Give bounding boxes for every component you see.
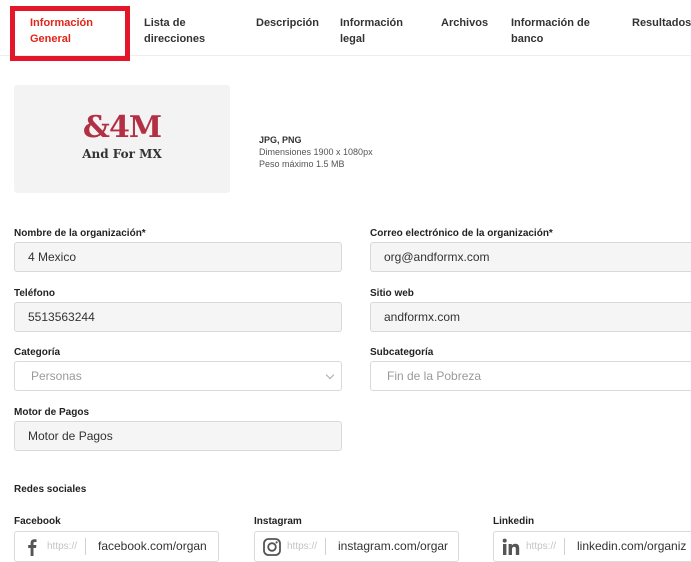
facebook-separator xyxy=(85,538,86,555)
linkedin-prefix: https:// xyxy=(526,541,557,552)
logo-subtitle: And For MX xyxy=(82,147,162,161)
facebook-icon xyxy=(28,539,37,556)
instagram-icon xyxy=(263,538,281,556)
linkedin-separator xyxy=(564,538,565,555)
tab-informacion-legal[interactable]: Información legal xyxy=(340,15,403,47)
file-dimensions: Dimensiones 1900 x 1080px xyxy=(259,147,373,157)
tab-archivos[interactable]: Archivos xyxy=(441,15,488,31)
payment-engine-input[interactable]: Motor de Pagos xyxy=(14,421,342,451)
tab-descripcion[interactable]: Descripción xyxy=(256,15,319,31)
active-tab-highlight xyxy=(10,6,130,61)
phone-input[interactable]: 5513563244 xyxy=(14,302,342,332)
subcategory-label: Subcategoría xyxy=(370,347,434,358)
tab-resultados[interactable]: Resultados xyxy=(632,15,691,31)
linkedin-value: linkedin.com/organiz xyxy=(577,539,687,553)
category-select[interactable]: Personas xyxy=(14,361,342,391)
instagram-separator xyxy=(325,538,326,555)
instagram-label: Instagram xyxy=(254,516,302,527)
website-input[interactable]: andformx.com xyxy=(370,302,691,332)
instagram-value: instagram.com/orgar xyxy=(338,539,449,553)
org-email-label: Correo electrónico de la organización* xyxy=(370,228,553,239)
instagram-input[interactable]: https:// instagram.com/orgar xyxy=(254,531,459,562)
linkedin-icon xyxy=(502,538,520,555)
website-label: Sitio web xyxy=(370,288,414,299)
category-value: Personas xyxy=(31,369,82,383)
linkedin-input[interactable]: https:// linkedin.com/organiz xyxy=(493,531,691,562)
social-section-title: Redes sociales xyxy=(14,484,87,495)
instagram-prefix: https:// xyxy=(287,541,318,552)
payment-engine-label: Motor de Pagos xyxy=(14,407,90,418)
file-max-size: Peso máximo 1.5 MB xyxy=(259,159,345,169)
logo-upload-area[interactable]: &4M And For MX xyxy=(14,85,230,193)
subcategory-value: Fin de la Pobreza xyxy=(387,369,482,383)
org-name-input[interactable]: 4 Mexico xyxy=(14,242,342,272)
facebook-value: facebook.com/organ xyxy=(98,539,207,553)
facebook-prefix: https:// xyxy=(47,541,78,552)
linkedin-label: Linkedin xyxy=(493,516,535,527)
org-email-input[interactable]: org@andformx.com xyxy=(370,242,691,272)
chevron-down-icon xyxy=(325,370,335,380)
phone-label: Teléfono xyxy=(14,288,55,299)
category-label: Categoría xyxy=(14,347,61,358)
tab-informacion-banco[interactable]: Información de banco xyxy=(511,15,590,47)
logo-mark: &4M xyxy=(82,110,162,145)
file-formats: JPG, PNG xyxy=(259,135,302,145)
subcategory-select[interactable]: Fin de la Pobreza xyxy=(370,361,691,391)
facebook-label: Facebook xyxy=(14,516,61,527)
org-name-label: Nombre de la organización* xyxy=(14,228,146,239)
file-requirements: JPG, PNG Dimensiones 1900 x 1080px Peso … xyxy=(259,134,373,170)
facebook-input[interactable]: https:// facebook.com/organ xyxy=(14,531,219,562)
tab-lista-direcciones[interactable]: Lista de direcciones xyxy=(144,15,205,47)
